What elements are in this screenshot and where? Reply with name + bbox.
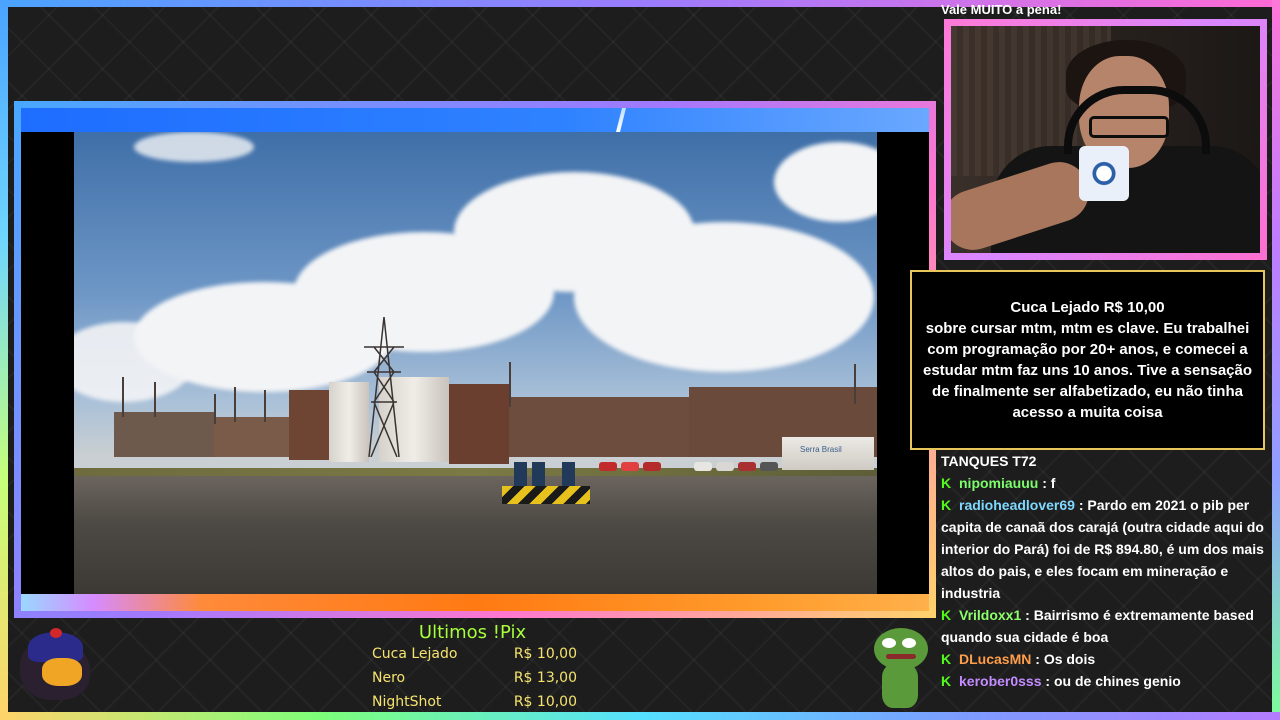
kick-badge-icon: K [941, 607, 952, 623]
car [643, 462, 661, 471]
cloud [134, 132, 254, 162]
chat-message: Knipomiauuu : f [941, 472, 1271, 494]
frame-bottom-border [0, 712, 1280, 720]
pix-name: Nero [372, 670, 406, 686]
chat-separator: : [1021, 607, 1034, 623]
pix-amount: R$ 10,00 [513, 694, 577, 710]
pix-row: Cuca Lejado R$ 10,00 [372, 646, 577, 668]
pepe-body [882, 664, 918, 708]
donation-message: sobre cursar mtm, mtm es clave. Eu traba… [922, 320, 1253, 421]
trash-bins [514, 462, 575, 486]
car [694, 462, 712, 471]
industrial-plant-photo: Serra Brasil [74, 132, 877, 594]
chat-message-partial: TANQUES T72 [941, 453, 1037, 469]
car [760, 462, 778, 471]
chat-username[interactable]: DLucasMN [959, 651, 1031, 667]
frame-left-border [0, 0, 8, 720]
frame-top-border [0, 0, 1280, 7]
main-video-frame: Serra Brasil [14, 101, 936, 618]
kick-badge-icon: K [941, 497, 952, 513]
chat-username[interactable]: Vrildoxx1 [959, 607, 1021, 623]
building [114, 412, 214, 457]
pepe-eye [882, 638, 896, 648]
building [509, 397, 689, 457]
chimney [154, 382, 156, 417]
building [289, 390, 329, 460]
chimney [264, 390, 266, 422]
pepe-eye [902, 638, 916, 648]
chat-message-list: Knipomiauuu : f Kradioheadlover69 : Pardo… [941, 472, 1271, 692]
building [449, 384, 509, 464]
car [599, 462, 617, 471]
donation-title: Cuca Lejado R$ 10,00 [1010, 299, 1165, 316]
main-video[interactable]: Serra Brasil [21, 108, 929, 611]
car [621, 462, 639, 471]
pix-panel: Ultimos !Pix Cuca Lejado R$ 10,00 Nero R… [360, 622, 590, 717]
pepe-emote [870, 628, 930, 710]
power-pylon [364, 317, 404, 457]
pix-row: NightShot R$ 10,00 [372, 694, 577, 716]
chat-separator: : [1041, 673, 1054, 689]
pepe-mouth [886, 654, 916, 659]
mascot-face [42, 658, 82, 686]
chat-text: f [1050, 475, 1056, 491]
pix-amount: R$ 10,00 [513, 646, 577, 662]
parked-cars [599, 462, 799, 472]
chat-username[interactable]: kerober0sss [959, 673, 1042, 689]
truck-text: Serra Brasil [800, 445, 842, 454]
chat-text: ou de chines genio [1053, 673, 1181, 689]
chat-text: Os dois [1043, 651, 1096, 667]
chimney [509, 362, 511, 407]
webcam-feed [951, 26, 1260, 253]
kick-badge-icon: K [941, 475, 952, 491]
car [738, 462, 756, 471]
pix-row: Nero R$ 13,00 [372, 670, 577, 692]
chat-message: K DLucasMN : Os dois [941, 648, 1271, 670]
chat-message: Kkerober0sss : ou de chines genio [941, 670, 1271, 692]
chat-separator: : [1074, 497, 1088, 513]
frame-right-border [1272, 0, 1280, 720]
chat-message: Kradioheadlover69 : Pardo em 2021 o pib … [941, 494, 1271, 604]
chat-separator: : [1031, 651, 1044, 667]
chat-username[interactable]: nipomiauuu [959, 475, 1038, 491]
chimney [122, 377, 124, 417]
pix-name: Cuca Lejado [372, 646, 458, 662]
striped-barrier [502, 486, 590, 504]
mascot-left [20, 628, 100, 708]
chimney [854, 364, 856, 404]
pix-amount: R$ 13,00 [513, 670, 577, 686]
chimney [214, 394, 216, 424]
mug [1079, 146, 1129, 201]
car [716, 462, 734, 471]
chat-panel[interactable]: TANQUES T72 Knipomiauuu : f Kradioheadlov… [941, 450, 1271, 712]
chat-separator: : [1038, 475, 1051, 491]
video-topbar [21, 108, 929, 132]
kick-badge-icon: K [941, 673, 952, 689]
cloud [574, 222, 874, 372]
asphalt-ground [74, 476, 877, 594]
webcam-frame [944, 19, 1267, 260]
pepe-head [874, 628, 928, 670]
bin [514, 462, 527, 486]
chat-message-partial: Vale MUITO a pena! [941, 2, 1062, 17]
bin [532, 462, 545, 486]
chat-message: K Vrildoxx1 : Bairrismo é extremamente ba… [941, 604, 1271, 648]
pix-title: Ultimos !Pix [418, 622, 527, 643]
mascot-pompom [50, 628, 62, 638]
chimney [234, 387, 236, 422]
bin [562, 462, 575, 486]
video-bottombar [21, 594, 929, 611]
chat-username[interactable]: radioheadlover69 [959, 497, 1075, 513]
glasses [1089, 116, 1169, 138]
kick-badge-icon: K [941, 651, 952, 667]
pix-name: NightShot [372, 694, 442, 710]
stripe-decoration [616, 108, 626, 132]
donation-alert: Cuca Lejado R$ 10,00 sobre cursar mtm, m… [910, 270, 1265, 450]
